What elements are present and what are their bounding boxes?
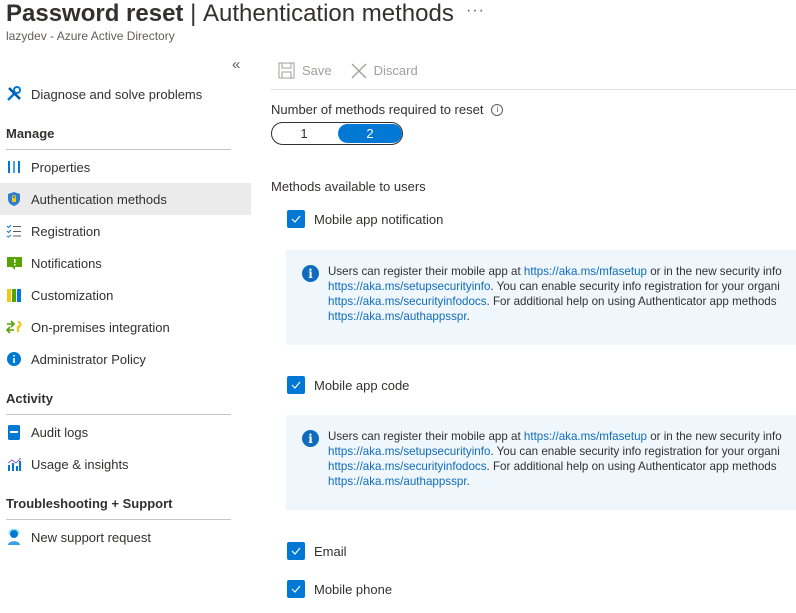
info-icon [6, 351, 22, 367]
sidebar-item-label: Registration [31, 223, 101, 239]
sidebar-item-label: New support request [31, 529, 151, 545]
checkmark-icon [291, 585, 301, 593]
method-email[interactable]: Email [287, 542, 347, 560]
info-text: Users can register their mobile app at h… [328, 264, 782, 345]
info-tooltip-icon[interactable]: i [491, 103, 504, 116]
checkbox-label: Mobile app notification [314, 211, 444, 227]
sidebar-item-label: Customization [31, 287, 114, 303]
link-mfasetup[interactable]: https://aka.ms/mfasetup [524, 430, 647, 443]
collapse-sidebar-button[interactable]: « [232, 56, 240, 73]
info-icon: i [302, 265, 319, 282]
checkbox-label: Email [314, 543, 347, 559]
sidebar-item-label: Usage & insights [31, 456, 129, 472]
info-text-segment: . You can enable security info registrat… [490, 280, 780, 293]
shield-icon [6, 191, 22, 207]
sidebar-item-on-premises[interactable]: On-premises integration [0, 311, 251, 343]
page-header: Password reset | Authentication methods … [6, 0, 454, 43]
checklist-icon [6, 223, 22, 239]
info-text-segment: . [466, 475, 470, 488]
info-text-segment: . You can enable security info registrat… [490, 445, 780, 458]
methods-available-label: Methods available to users [271, 179, 426, 194]
info-text-segment: or in the new security info [646, 265, 782, 278]
methods-required-toggle[interactable]: 1 2 [271, 122, 403, 145]
sync-icon [6, 319, 22, 335]
link-mfasetup[interactable]: https://aka.ms/mfasetup [524, 265, 647, 278]
sidebar-item-audit-logs[interactable]: Audit logs [0, 416, 251, 448]
sidebar-item-properties[interactable]: Properties [0, 151, 251, 183]
sidebar-item-label: Audit logs [31, 424, 89, 440]
sidebar-item-label: Diagnose and solve problems [31, 86, 203, 102]
discard-label: Discard [373, 63, 418, 78]
save-label: Save [302, 63, 332, 78]
link-securityinfodocs[interactable]: https://aka.ms/securityinfodocs [328, 460, 487, 473]
info-text: Users can register their mobile app at h… [328, 429, 782, 510]
checkbox-label: Mobile app code [314, 377, 410, 393]
customization-icon [6, 287, 22, 303]
checkmark-icon [291, 215, 301, 223]
title-primary: Password reset [6, 0, 184, 27]
link-authappsspr[interactable]: https://aka.ms/authappsspr [328, 475, 467, 488]
info-text-segment: . For additional help on using Authentic… [486, 460, 777, 473]
sidebar-item-diagnose[interactable]: Diagnose and solve problems [0, 78, 251, 110]
sidebar-item-administrator-policy[interactable]: Administrator Policy [0, 343, 251, 375]
link-authappsspr[interactable]: https://aka.ms/authappsspr [328, 310, 467, 323]
info-icon: i [302, 430, 319, 447]
notification-icon [6, 255, 22, 271]
info-text-segment: . [466, 310, 470, 323]
info-text-segment: Users can register their mobile app at [328, 265, 524, 278]
option-1[interactable]: 1 [272, 124, 336, 143]
title-secondary: Authentication methods [203, 0, 454, 27]
method-mobile-app-notification[interactable]: Mobile app notification [287, 210, 443, 228]
wrench-icon [6, 86, 22, 102]
sidebar-item-label: Properties [31, 159, 91, 175]
info-box-mobile-app-notification: i Users can register their mobile app at… [286, 250, 796, 345]
info-text-segment: or in the new security info [646, 430, 782, 443]
discard-button[interactable]: Discard [351, 63, 418, 79]
section-activity: Activity [6, 391, 231, 415]
audit-log-icon [6, 424, 22, 440]
checkbox-checked[interactable] [287, 376, 305, 394]
sidebar-item-authentication-methods[interactable]: Authentication methods [0, 183, 251, 215]
link-setupsecurityinfo[interactable]: https://aka.ms/setupsecurityinfo [328, 280, 490, 293]
info-text-segment: . For additional help on using Authentic… [486, 295, 777, 308]
sidebar-item-notifications[interactable]: Notifications [0, 247, 251, 279]
command-bar: Save Discard [271, 52, 796, 90]
save-icon [278, 62, 295, 79]
sidebar-item-usage-insights[interactable]: Usage & insights [0, 448, 251, 480]
insights-chart-icon [6, 456, 22, 472]
sidebar-item-new-support-request[interactable]: New support request [0, 521, 251, 553]
checkmark-icon [291, 547, 301, 555]
checkmark-icon [291, 381, 301, 389]
methods-required-label: Number of methods required to reset i [271, 102, 504, 117]
checkbox-label: Mobile phone [314, 581, 393, 597]
sidebar-item-label: On-premises integration [31, 319, 170, 335]
section-manage: Manage [6, 126, 231, 150]
close-icon [351, 63, 367, 78]
method-mobile-phone[interactable]: Mobile phone [287, 580, 392, 598]
support-person-icon [6, 529, 22, 545]
link-setupsecurityinfo[interactable]: https://aka.ms/setupsecurityinfo [328, 445, 490, 458]
methods-required-text: Number of methods required to reset [271, 102, 484, 117]
checkbox-checked[interactable] [287, 542, 305, 560]
info-text-segment: Users can register their mobile app at [328, 430, 524, 443]
sidebar-item-label: Notifications [31, 255, 102, 271]
section-troubleshooting: Troubleshooting + Support [6, 496, 231, 520]
sidebar-item-customization[interactable]: Customization [0, 279, 251, 311]
more-options-button[interactable]: ··· [466, 2, 485, 20]
page-title: Password reset | Authentication methods [6, 0, 454, 28]
main-content: Save Discard Number of methods required … [271, 52, 796, 598]
properties-icon [6, 159, 22, 175]
link-securityinfodocs[interactable]: https://aka.ms/securityinfodocs [328, 295, 487, 308]
info-box-mobile-app-code: i Users can register their mobile app at… [286, 415, 796, 510]
save-button[interactable]: Save [278, 62, 332, 79]
method-mobile-app-code[interactable]: Mobile app code [287, 376, 409, 394]
page-subtitle: lazydev - Azure Active Directory [6, 29, 175, 43]
title-separator: | [183, 0, 203, 27]
sidebar-item-label: Authentication methods [31, 191, 167, 207]
checkbox-checked[interactable] [287, 580, 305, 598]
checkbox-checked[interactable] [287, 210, 305, 228]
sidebar-item-registration[interactable]: Registration [0, 215, 251, 247]
sidebar-item-label: Administrator Policy [31, 351, 146, 367]
option-2[interactable]: 2 [338, 124, 402, 143]
